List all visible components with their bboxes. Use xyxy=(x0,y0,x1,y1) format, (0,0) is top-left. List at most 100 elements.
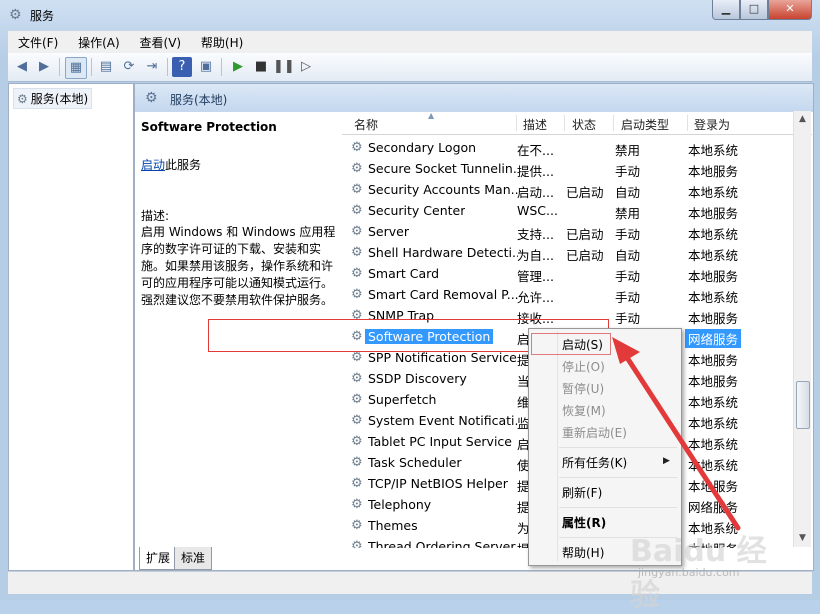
table-row[interactable]: ⚙ Secondary Logon 在不... 禁用 本地系统 xyxy=(346,137,750,158)
cell-name: Telephony xyxy=(368,497,432,512)
cell-status: 已启动 xyxy=(566,248,604,263)
column-header-name[interactable]: 名称 xyxy=(354,116,378,133)
column-divider xyxy=(687,115,688,131)
start-service-link[interactable]: 启动 xyxy=(141,158,165,172)
tab-extended[interactable]: 扩展 xyxy=(139,547,178,570)
table-row[interactable]: ⚙ Shell Hardware Detecti... 为自... 已启动 自动 本地系统 xyxy=(346,242,750,263)
service-gear-icon: ⚙ xyxy=(351,161,363,176)
column-header-logon-as[interactable]: 登录为 xyxy=(694,116,730,133)
column-header-description[interactable]: 描述 xyxy=(523,116,547,133)
cell-logon: 本地服务 xyxy=(688,311,739,326)
cell-name: Themes xyxy=(368,518,418,533)
cell-startup: 手动 xyxy=(615,164,641,179)
submenu-arrow-icon: ▶ xyxy=(663,456,670,466)
table-row[interactable]: ⚙ Secure Socket Tunnelin... 提供... 手动 本地服务 xyxy=(346,158,750,179)
menu-file[interactable]: 文件(F) xyxy=(18,31,58,51)
scroll-up-arrow-icon[interactable]: ▲ xyxy=(794,111,811,128)
pane-header-title: 服务(本地) xyxy=(170,93,228,107)
cell-startup: 手动 xyxy=(615,290,641,305)
window-title: 服务 xyxy=(30,9,55,23)
export-list-icon[interactable]: ⇥ xyxy=(142,57,162,77)
column-header-row: 名称 ▲ 描述 状态 启动类型 登录为 xyxy=(342,112,812,135)
start-service-icon[interactable]: ▶ xyxy=(228,57,248,77)
menu-action[interactable]: 操作(A) xyxy=(78,31,120,51)
restart-service-icon[interactable]: ▷ xyxy=(296,57,316,77)
table-row[interactable]: ⚙ Server 支持... 已启动 手动 本地系统 xyxy=(346,221,750,242)
column-divider xyxy=(564,115,565,131)
menu-help[interactable]: 帮助(H) xyxy=(201,31,243,51)
cell-name: SPP Notification Service xyxy=(368,350,517,365)
cell-logon: 网络服务 xyxy=(688,500,739,515)
stop-service-icon[interactable]: ■ xyxy=(251,57,271,77)
toolbar-separator xyxy=(221,58,222,76)
properties-sheet-icon[interactable]: ▤ xyxy=(96,57,116,77)
scroll-thumb[interactable] xyxy=(796,381,810,429)
cell-desc: 提供... xyxy=(517,164,554,179)
menu-item-start[interactable]: 启动(S) xyxy=(562,336,603,353)
cell-name: Smart Card xyxy=(368,266,440,281)
cell-name: Security Accounts Man... xyxy=(368,182,518,197)
refresh-icon[interactable]: ⟳ xyxy=(119,57,139,77)
console-tree: ⚙ 服务(本地) xyxy=(8,83,134,571)
menu-gutter xyxy=(557,331,558,561)
cell-name: Shell Hardware Detecti... xyxy=(368,245,518,260)
cell-name: Security Center xyxy=(368,203,466,218)
menu-item-all-tasks[interactable]: 所有任务(K) xyxy=(562,454,627,471)
window-controls: ▁ □ ✕ xyxy=(712,0,812,20)
toolbar-separator xyxy=(167,58,168,76)
services-gear-icon: ⚙ xyxy=(17,92,28,106)
menu-item-resume[interactable]: 恢复(M) xyxy=(562,402,606,419)
cell-startup: 自动 xyxy=(615,185,641,200)
pause-service-icon[interactable]: ❚❚ xyxy=(273,57,295,77)
help-icon[interactable]: ? xyxy=(172,57,192,77)
tab-standard[interactable]: 标准 xyxy=(174,547,213,570)
table-row[interactable]: ⚙ Smart Card Removal P... 允许... 手动 本地系统 xyxy=(346,284,750,305)
column-header-status[interactable]: 状态 xyxy=(572,116,596,133)
cell-logon: 网络服务 xyxy=(685,329,742,348)
table-row[interactable]: ⚙ Security Accounts Man... 启动... 已启动 自动 本地系统 xyxy=(346,179,750,200)
service-gear-icon: ⚙ xyxy=(351,287,363,302)
cell-desc: 为自... xyxy=(517,248,554,263)
menu-view[interactable]: 查看(V) xyxy=(140,31,182,51)
back-arrow-icon[interactable]: ◀ xyxy=(12,57,32,77)
menu-item-pause[interactable]: 暂停(U) xyxy=(562,380,604,397)
menu-item-refresh[interactable]: 刷新(F) xyxy=(562,484,602,501)
cell-name: Secondary Logon xyxy=(368,140,477,155)
service-gear-icon: ⚙ xyxy=(351,476,363,491)
column-divider xyxy=(613,115,614,131)
menu-item-help[interactable]: 帮助(H) xyxy=(562,544,604,561)
description-text: 启用 Windows 和 Windows 应用程序的数字许可证的下载、安装和实施… xyxy=(141,225,336,307)
console-view-icon[interactable]: ▣ xyxy=(196,57,216,77)
menu-separator xyxy=(559,477,677,478)
watermark-url: jingyan.baidu.com xyxy=(638,566,740,579)
table-row[interactable]: ⚙ Smart Card 管理... 手动 本地服务 xyxy=(346,263,750,284)
cell-name: Thread Ordering Server xyxy=(368,539,516,548)
tree-item-services-local[interactable]: ⚙ 服务(本地) xyxy=(13,88,93,109)
forward-arrow-icon[interactable]: ▶ xyxy=(34,57,54,77)
cell-name: Server xyxy=(368,224,409,239)
maximize-button[interactable]: □ xyxy=(740,0,768,20)
menu-separator xyxy=(559,447,677,448)
cell-logon: 本地系统 xyxy=(688,227,739,242)
cell-logon: 本地系统 xyxy=(688,143,739,158)
cell-name: Task Scheduler xyxy=(368,455,462,470)
minimize-button[interactable]: ▁ xyxy=(712,0,740,20)
cell-status: 已启动 xyxy=(566,185,604,200)
close-button[interactable]: ✕ xyxy=(768,0,812,20)
menu-item-restart[interactable]: 重新启动(E) xyxy=(562,424,627,441)
view-tabs: 扩展 标准 xyxy=(134,547,334,571)
menu-item-stop[interactable]: 停止(O) xyxy=(562,358,605,375)
column-header-startup-type[interactable]: 启动类型 xyxy=(621,116,669,133)
column-divider xyxy=(516,115,517,131)
service-gear-icon: ⚙ xyxy=(351,182,363,197)
vertical-scrollbar[interactable]: ▲ ▼ xyxy=(793,111,811,547)
scroll-down-arrow-icon[interactable]: ▼ xyxy=(794,530,811,547)
service-gear-icon: ⚙ xyxy=(351,140,363,155)
table-row[interactable]: ⚙ Security Center WSC... 禁用 本地服务 xyxy=(346,200,750,221)
cell-startup: 手动 xyxy=(615,311,641,326)
cell-logon: 本地系统 xyxy=(688,185,739,200)
search-gear-icon: ⚙ xyxy=(145,90,158,106)
show-hide-console-tree-icon[interactable]: ▦ xyxy=(65,57,87,79)
watermark: Baidu 经验 jingyan.baidu.com xyxy=(600,520,780,613)
cell-name: Superfetch xyxy=(368,392,437,407)
